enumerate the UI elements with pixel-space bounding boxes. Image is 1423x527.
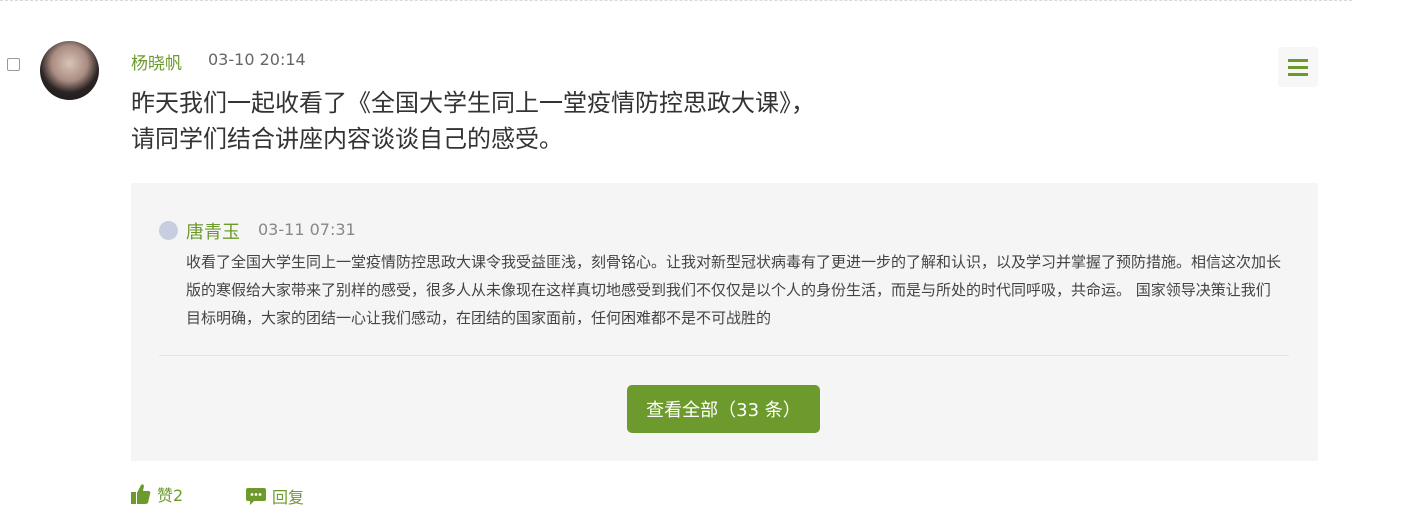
- select-checkbox[interactable]: [7, 58, 20, 71]
- post-title: 昨天我们一起收看了《全国大学生同上一堂疫情防控思政大课》， 请同学们结合讲座内容…: [131, 85, 1191, 157]
- chat-bubble-icon: [246, 488, 266, 505]
- reply-section: 唐青玉 03-11 07:31 收看了全国大学生同上一堂疫情防控思政大课令我受益…: [131, 183, 1318, 461]
- post-time: 03-10 20:14: [208, 50, 306, 69]
- view-all-button[interactable]: 查看全部（33 条）: [627, 385, 820, 433]
- hamburger-menu-icon: [1288, 57, 1308, 78]
- reply-divider: [159, 355, 1289, 356]
- reply-time: 03-11 07:31: [258, 220, 356, 239]
- reply-label: 回复: [272, 488, 305, 507]
- top-divider: [0, 0, 1352, 1]
- avatar[interactable]: [40, 41, 99, 100]
- thumbs-up-icon: [131, 484, 151, 504]
- post-title-line-2: 请同学们结合讲座内容谈谈自己的感受。: [131, 125, 563, 153]
- like-button[interactable]: 赞2: [131, 482, 183, 506]
- post-title-line-1: 昨天我们一起收看了《全国大学生同上一堂疫情防控思政大课》，: [131, 89, 815, 117]
- reply-button[interactable]: 回复: [246, 484, 304, 508]
- post-author[interactable]: 杨晓帆: [131, 49, 182, 74]
- reply-author[interactable]: 唐青玉: [186, 218, 240, 244]
- reply-avatar: [159, 221, 178, 240]
- like-label: 赞2: [157, 486, 184, 505]
- menu-button[interactable]: [1278, 47, 1318, 87]
- reply-content: 收看了全国大学生同上一堂疫情防控思政大课令我受益匪浅，刻骨铭心。让我对新型冠状病…: [186, 253, 1282, 327]
